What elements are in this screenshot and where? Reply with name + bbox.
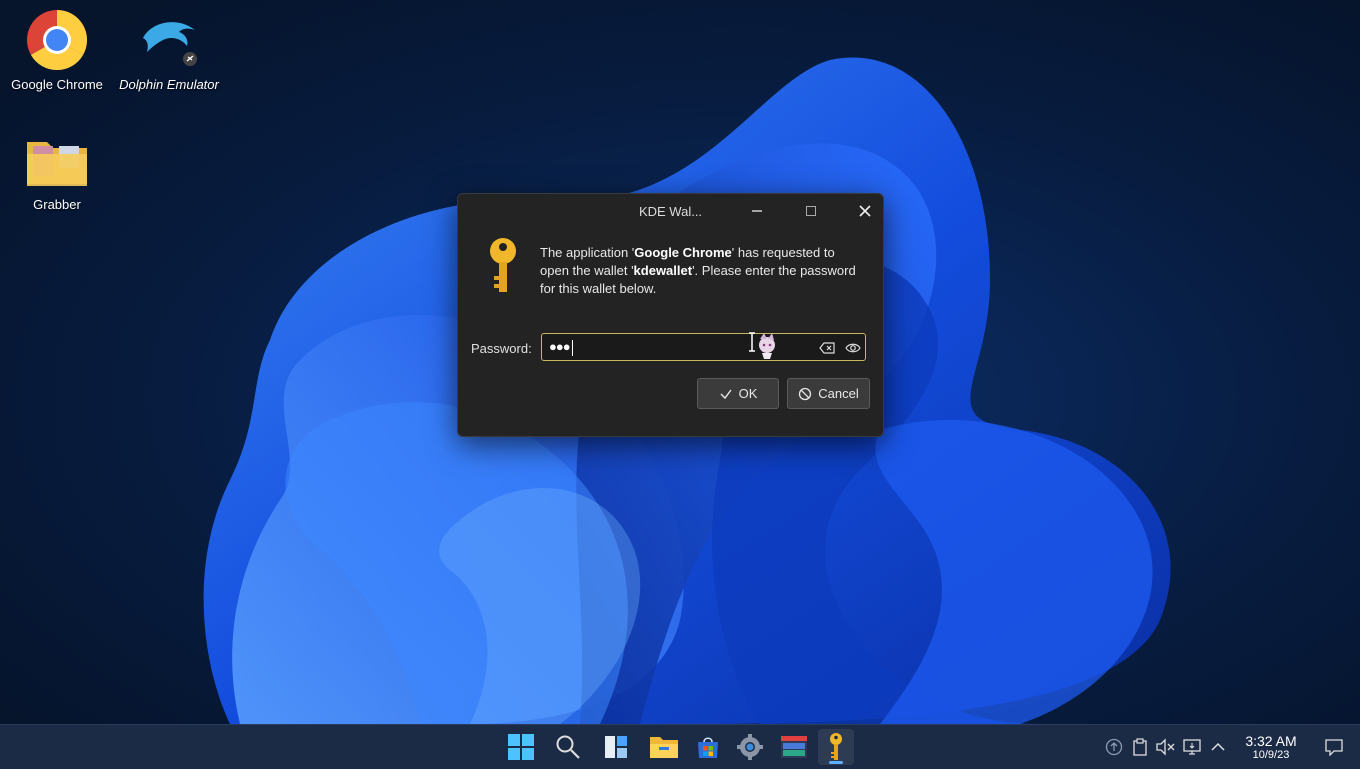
notification-center-icon[interactable]	[1324, 737, 1344, 757]
active-indicator	[829, 761, 843, 764]
windows-start-icon	[508, 734, 534, 760]
desktop-icon-label: Dolphin Emulator	[119, 77, 219, 92]
desktop-icon-label: Google Chrome	[11, 77, 103, 92]
widgets-icon	[605, 736, 627, 758]
taskbar-app-window[interactable]	[776, 729, 812, 765]
taskbar: 3:32 AM 10/9/23	[0, 724, 1360, 769]
taskbar-kde-wallet[interactable]	[818, 729, 854, 765]
taskbar-search-button[interactable]	[550, 729, 586, 765]
desktop-icon-dolphin-emulator[interactable]: Dolphin Emulator	[119, 8, 219, 94]
key-icon	[830, 733, 842, 760]
password-label: Password:	[471, 341, 532, 356]
close-icon	[859, 205, 871, 217]
text-caret	[572, 340, 573, 356]
password-input[interactable]: ●●●	[541, 333, 866, 361]
tray-display-icon[interactable]	[1182, 737, 1202, 757]
maximize-button[interactable]	[799, 199, 823, 223]
desktop-icon-google-chrome[interactable]: Google Chrome	[7, 8, 107, 94]
clock-date[interactable]: 10/9/23	[1236, 749, 1306, 761]
app-window-icon	[781, 736, 807, 758]
tray-clipboard-icon[interactable]	[1130, 737, 1150, 757]
dolphin-icon	[137, 8, 201, 72]
clock-time[interactable]: 3:32 AM	[1236, 733, 1306, 749]
tray-update-icon[interactable]	[1104, 737, 1124, 757]
minimize-button[interactable]	[745, 199, 769, 223]
ok-label: OK	[738, 386, 758, 401]
dialog-message: The application 'Google Chrome' has requ…	[540, 245, 856, 296]
folder-icon	[25, 128, 89, 192]
cancel-button[interactable]: Cancel	[787, 378, 870, 409]
key-icon	[486, 236, 520, 296]
chrome-icon	[25, 8, 89, 72]
ok-button[interactable]: OK	[697, 378, 779, 409]
wallet-name: kdewallet	[633, 263, 693, 278]
taskbar-start-button[interactable]	[503, 729, 539, 765]
cancel-icon	[799, 387, 812, 400]
taskbar-widgets-button[interactable]	[598, 729, 634, 765]
store-icon	[698, 737, 718, 758]
taskbar-settings[interactable]	[732, 729, 768, 765]
search-icon	[556, 735, 580, 759]
show-password-icon[interactable]	[845, 340, 861, 356]
desktop-icon-grabber[interactable]: Grabber	[7, 128, 107, 214]
mouse-cursor-icon	[749, 332, 775, 359]
maximize-icon	[806, 206, 816, 216]
taskbar-microsoft-store[interactable]	[690, 729, 726, 765]
password-value: ●●●	[549, 339, 571, 354]
close-button[interactable]	[853, 199, 877, 223]
tray-volume-muted-icon[interactable]	[1155, 737, 1175, 757]
desktop-icon-label: Grabber	[33, 197, 81, 212]
kde-wallet-dialog: KDE Wal... The application 'Google Chrom…	[457, 193, 884, 437]
checkmark-icon	[720, 389, 732, 399]
cancel-label: Cancel	[818, 386, 859, 401]
settings-gear-icon	[737, 734, 763, 760]
taskbar-file-explorer[interactable]	[646, 729, 682, 765]
file-explorer-icon	[650, 737, 678, 758]
clear-text-icon[interactable]	[819, 340, 835, 356]
app-name: Google Chrome	[634, 245, 732, 260]
tray-overflow-chevron-icon[interactable]	[1208, 737, 1228, 757]
minimize-icon	[752, 210, 762, 212]
dialog-titlebar[interactable]: KDE Wal...	[458, 194, 883, 228]
